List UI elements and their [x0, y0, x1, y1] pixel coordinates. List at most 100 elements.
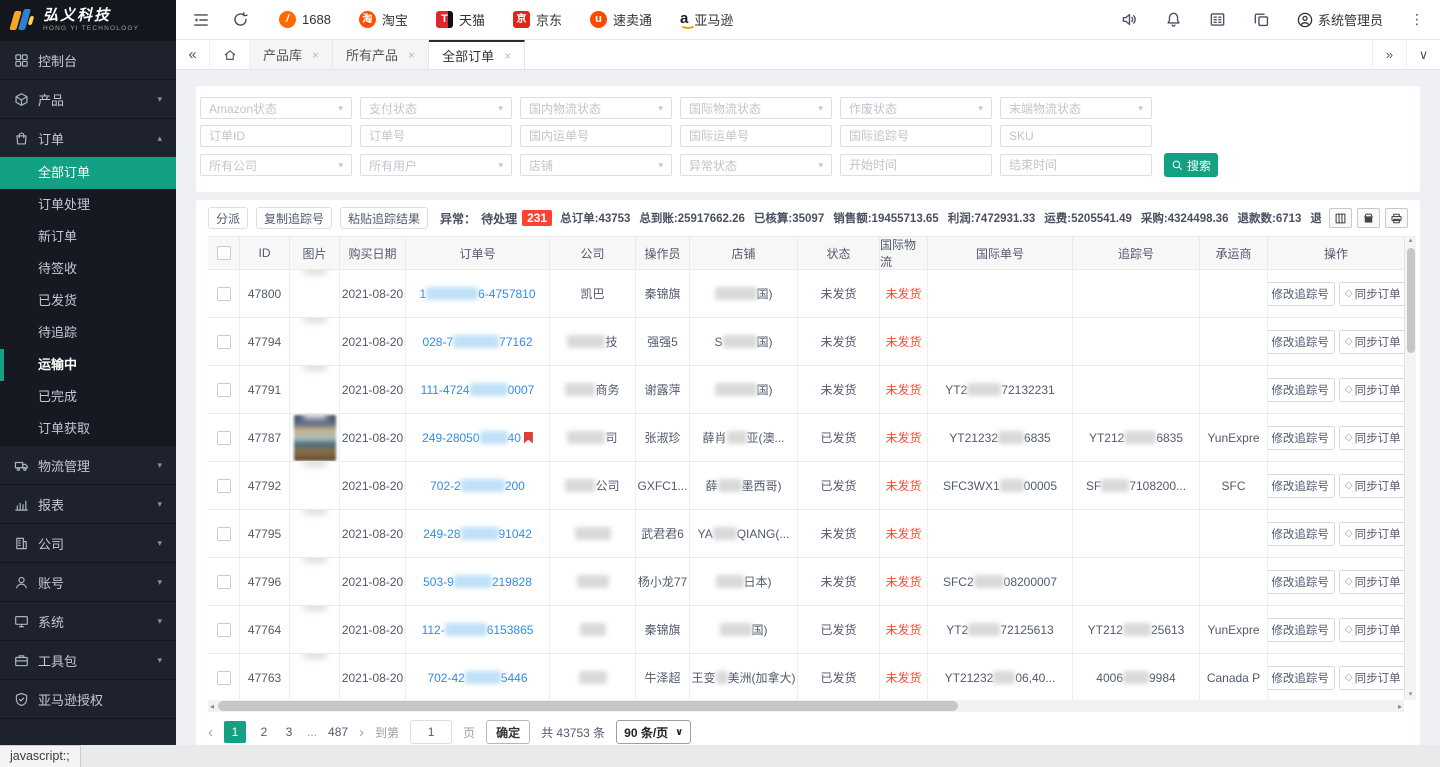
filter-select-异常状态[interactable]: 异常状态▾: [680, 154, 832, 176]
page-button-1[interactable]: 1: [224, 721, 246, 743]
marketplace-京东[interactable]: 京京东: [513, 10, 562, 29]
tabs-scroll-right-button[interactable]: »: [1372, 40, 1406, 69]
notifications-button[interactable]: [1165, 11, 1182, 28]
row-checkbox[interactable]: [217, 335, 231, 349]
select-all-checkbox[interactable]: [217, 246, 231, 260]
collapse-sidebar-button[interactable]: [192, 11, 210, 29]
scroll-up-arrow[interactable]: ▴: [1409, 236, 1413, 246]
toolbar-button-0[interactable]: 分派: [208, 207, 248, 229]
order-number-link[interactable]: 702-2200: [406, 462, 550, 509]
edit-tracking-button[interactable]: 修改追踪号: [1268, 378, 1335, 402]
tabs-menu-button[interactable]: ∨: [1406, 40, 1440, 69]
filter-select-所有用户[interactable]: 所有用户▾: [360, 154, 512, 176]
tabs-scroll-left-button[interactable]: «: [176, 40, 210, 69]
close-tab-icon[interactable]: ×: [408, 48, 415, 62]
prev-page-button[interactable]: ‹: [208, 724, 213, 741]
edit-tracking-button[interactable]: 修改追踪号: [1268, 330, 1335, 354]
filter-select-Amazon状态[interactable]: Amazon状态▾: [200, 97, 352, 119]
horizontal-scrollbar[interactable]: ◂ ▸: [208, 700, 1404, 712]
sidebar-subitem-0[interactable]: 全部订单: [0, 157, 176, 189]
pending-link[interactable]: 待处理: [481, 210, 517, 227]
marketplace-天猫[interactable]: T天猫: [436, 10, 485, 29]
row-checkbox[interactable]: [217, 623, 231, 637]
order-number-link[interactable]: 16-4757810: [406, 270, 550, 317]
toolbar-button-2[interactable]: 粘贴追踪结果: [340, 207, 428, 229]
tab-1[interactable]: 所有产品×: [333, 40, 429, 69]
sidebar-item-account[interactable]: 账号▾: [0, 562, 176, 601]
sidebar-item-reports[interactable]: 报表▾: [0, 484, 176, 523]
filter-input-订单号[interactable]: [360, 125, 512, 147]
goto-page-input[interactable]: [410, 720, 452, 744]
vertical-scrollbar-thumb[interactable]: [1407, 248, 1415, 353]
refresh-button[interactable]: [232, 11, 249, 28]
order-number-link[interactable]: 111-47240007: [406, 366, 550, 413]
sidebar-subitem-8[interactable]: 订单获取: [0, 413, 176, 445]
sync-order-button[interactable]: ◇同步订单: [1339, 426, 1404, 450]
order-number-link[interactable]: 249-2891042: [406, 510, 550, 557]
sidebar-subitem-2[interactable]: 新订单: [0, 221, 176, 253]
sync-order-button[interactable]: ◇同步订单: [1339, 474, 1404, 498]
filter-select-作废状态[interactable]: 作废状态▾: [840, 97, 992, 119]
filter-input-结束时间[interactable]: [1000, 154, 1152, 176]
horizontal-scrollbar-thumb[interactable]: [218, 701, 958, 711]
page-button-487[interactable]: 487: [328, 725, 348, 739]
print-button[interactable]: [1385, 208, 1408, 228]
order-number-link[interactable]: 028-777162: [406, 318, 550, 365]
page-button-2[interactable]: 2: [257, 725, 271, 739]
vertical-scrollbar[interactable]: ▴ ▾: [1404, 236, 1416, 700]
close-tab-icon[interactable]: ×: [504, 49, 511, 63]
sidebar-item-company[interactable]: 公司▾: [0, 523, 176, 562]
filter-input-国际运单号[interactable]: [680, 125, 832, 147]
next-page-button[interactable]: ›: [359, 724, 364, 741]
sidebar-item-system[interactable]: 系统▾: [0, 601, 176, 640]
scroll-down-arrow[interactable]: ▾: [1409, 690, 1413, 700]
scroll-right-arrow[interactable]: ▸: [1396, 702, 1404, 711]
sync-order-button[interactable]: ◇同步订单: [1339, 618, 1404, 642]
filter-input-国际追踪号[interactable]: [840, 125, 992, 147]
filter-input-订单ID[interactable]: [200, 125, 352, 147]
edit-tracking-button[interactable]: 修改追踪号: [1268, 282, 1335, 306]
filter-input-国内运单号[interactable]: [520, 125, 672, 147]
columns-button[interactable]: [1329, 208, 1352, 228]
announcement-button[interactable]: [1121, 11, 1138, 28]
filter-select-末端物流状态[interactable]: 末端物流状态▾: [1000, 97, 1152, 119]
filter-input-SKU[interactable]: [1000, 125, 1152, 147]
sync-order-button[interactable]: ◇同步订单: [1339, 282, 1404, 306]
sidebar-subitem-4[interactable]: 已发货: [0, 285, 176, 317]
row-checkbox[interactable]: [217, 527, 231, 541]
sidebar-subitem-5[interactable]: 待追踪: [0, 317, 176, 349]
sidebar-subitem-1[interactable]: 订单处理: [0, 189, 176, 221]
sidebar-subitem-3[interactable]: 待签收: [0, 253, 176, 285]
product-thumbnail[interactable]: [294, 415, 336, 461]
export-button[interactable]: [1357, 208, 1380, 228]
edit-tracking-button[interactable]: 修改追踪号: [1268, 522, 1335, 546]
sync-order-button[interactable]: ◇同步订单: [1339, 378, 1404, 402]
row-checkbox[interactable]: [217, 671, 231, 685]
sidebar-item-order[interactable]: 订单▴: [0, 118, 176, 157]
sidebar-item-logistics[interactable]: 物流管理▾: [0, 445, 176, 484]
edit-tracking-button[interactable]: 修改追踪号: [1268, 666, 1335, 690]
page-button-3[interactable]: 3: [282, 725, 296, 739]
sync-order-button[interactable]: ◇同步订单: [1339, 330, 1404, 354]
edit-tracking-button[interactable]: 修改追踪号: [1268, 426, 1335, 450]
order-number-link[interactable]: 249-2805040: [406, 414, 550, 461]
search-button[interactable]: 搜索: [1164, 153, 1218, 177]
filter-select-国内物流状态[interactable]: 国内物流状态▾: [520, 97, 672, 119]
marketplace-速卖通[interactable]: u速卖通: [590, 10, 652, 29]
sidebar-subitem-7[interactable]: 已完成: [0, 381, 176, 413]
panel-button[interactable]: [1209, 11, 1226, 28]
row-checkbox[interactable]: [217, 383, 231, 397]
sidebar-item-product[interactable]: 产品▾: [0, 79, 176, 118]
copy-button[interactable]: [1253, 11, 1270, 28]
sidebar-subitem-6[interactable]: 运输中: [0, 349, 176, 381]
row-checkbox[interactable]: [217, 479, 231, 493]
confirm-page-button[interactable]: 确定: [486, 720, 530, 744]
filter-select-店铺[interactable]: 店铺▾: [520, 154, 672, 176]
scroll-left-arrow[interactable]: ◂: [208, 702, 216, 711]
filter-select-国际物流状态[interactable]: 国际物流状态▾: [680, 97, 832, 119]
user-menu[interactable]: 系统管理员: [1297, 10, 1383, 29]
order-number-link[interactable]: 503-9219828: [406, 558, 550, 605]
tab-2[interactable]: 全部订单×: [429, 40, 525, 69]
tab-0[interactable]: 产品库×: [250, 40, 333, 69]
marketplace-亚马逊[interactable]: a亚马逊: [680, 10, 733, 29]
